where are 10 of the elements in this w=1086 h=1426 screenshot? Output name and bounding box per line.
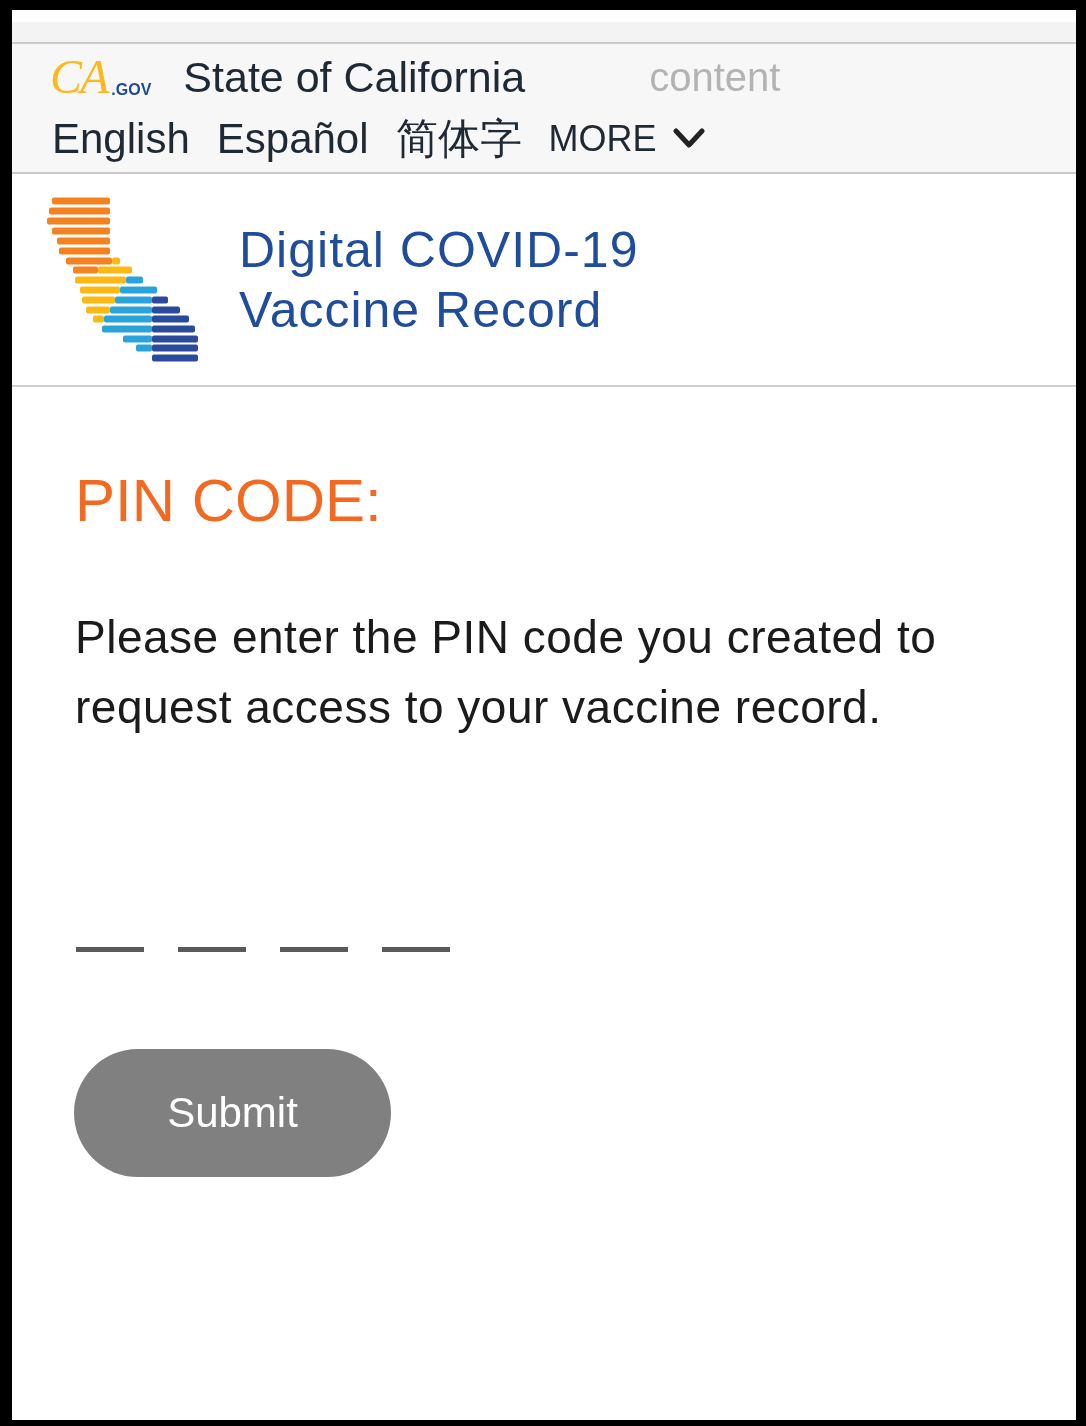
- site-name: State of California: [183, 52, 526, 102]
- language-link[interactable]: English: [52, 114, 190, 164]
- ca-gov-logo[interactable]: CA.GOV: [50, 51, 152, 103]
- language-link[interactable]: 简体字: [395, 114, 522, 164]
- chevron-down-icon: [672, 128, 705, 150]
- language-link[interactable]: Español: [216, 114, 369, 164]
- more-button[interactable]: MORE: [548, 114, 705, 164]
- pin-code-heading: PIN CODE:: [75, 466, 382, 536]
- instructions-text: Please enter the PIN code you created to request access to your vaccine record.: [75, 610, 938, 735]
- site-title: Digital COVID-19 Vaccine Record: [239, 220, 640, 340]
